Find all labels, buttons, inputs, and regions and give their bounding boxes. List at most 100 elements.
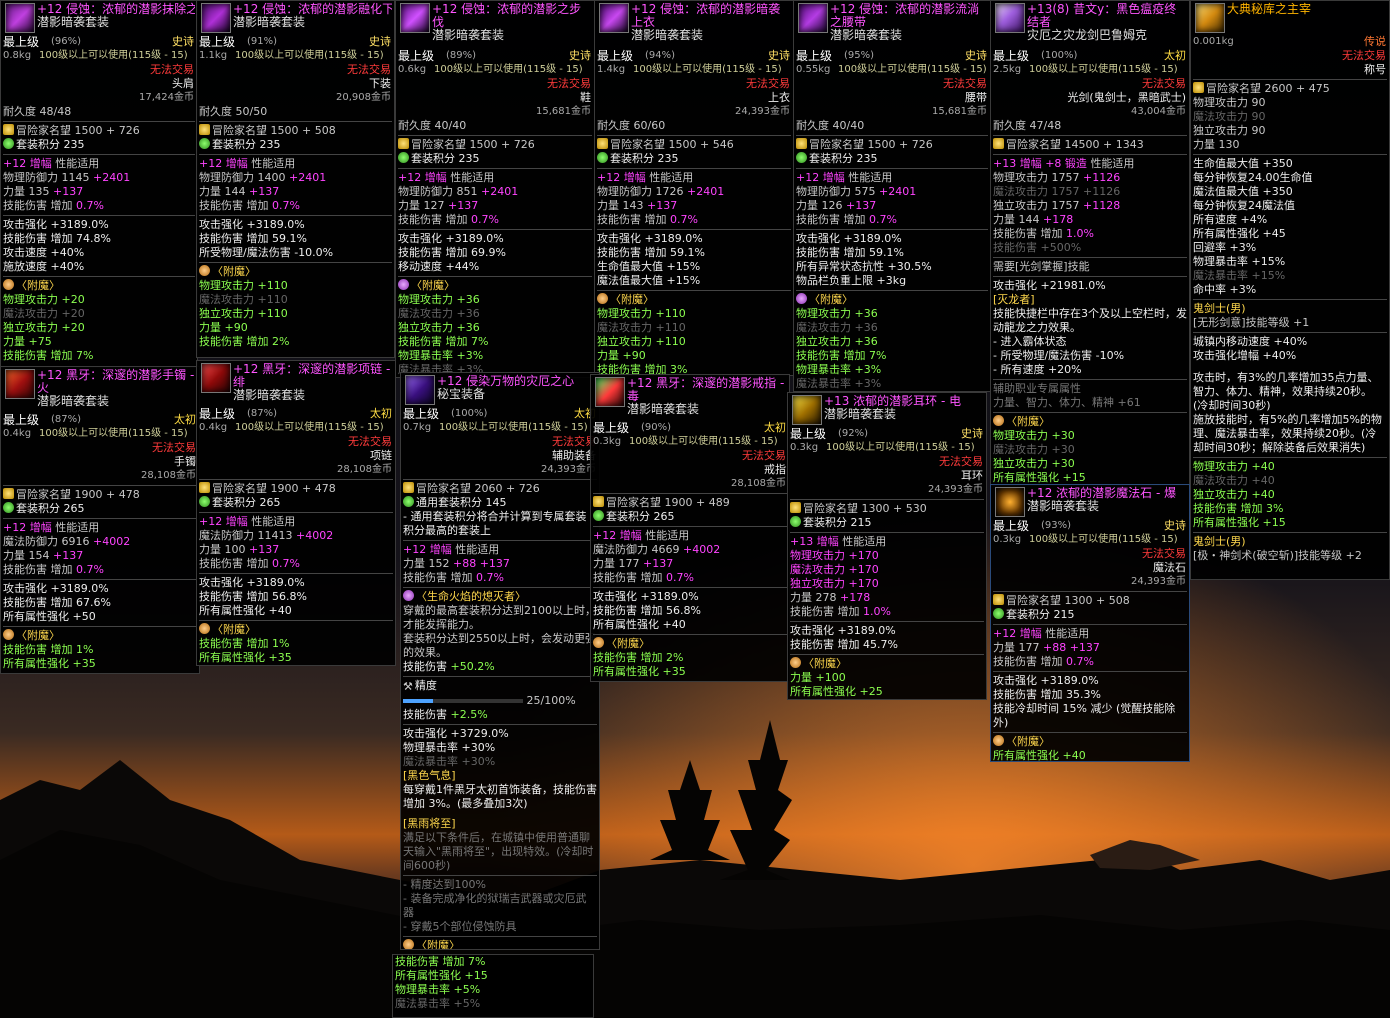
- stat-line: 技能伤害 增加: [993, 655, 1063, 668]
- adventurer-fame: 冒险家名望 1900 + 478: [16, 488, 140, 501]
- weight: 0.3kg: [790, 442, 819, 453]
- amplify-desc: 性能适用: [1045, 627, 1090, 640]
- enchant-header: 〈附魔〉: [16, 279, 60, 292]
- stat-bonus: +1126: [1083, 171, 1121, 184]
- sword-icon: [995, 3, 1025, 33]
- stat-line: 技能伤害 增加: [593, 571, 663, 584]
- set-points: 套装积分 235: [16, 138, 85, 151]
- helmet-icon: [5, 3, 35, 33]
- bonus-line: 生命值最大值 +350: [1193, 157, 1293, 170]
- condition-line: - 精度达到100%: [403, 878, 486, 891]
- grade-percent: (100%): [451, 408, 488, 419]
- level-requirement: 100级以上可以使用(115级 - 15): [826, 442, 975, 453]
- stat-line: 技能伤害 增加: [403, 571, 473, 584]
- durability: 耐久度 48/48: [3, 105, 72, 118]
- job-label: 鬼剑士(男): [1193, 302, 1246, 315]
- durability: 耐久度 60/60: [597, 119, 666, 132]
- amplify-level: +12 增幅: [398, 171, 447, 184]
- grade-percent: (96%): [51, 36, 82, 47]
- weight: 0.7kg: [403, 422, 432, 433]
- amplify-desc: 性能适用: [55, 157, 100, 170]
- slot-type: 耳环: [961, 469, 983, 482]
- attack-line: 物理暴击率 +30%: [403, 741, 496, 754]
- set-points: 套装积分 215: [1006, 608, 1075, 621]
- attack-line: 攻击强化 +3189.0%: [597, 232, 703, 245]
- enchant-line: 技能伤害 增加 2%: [199, 335, 290, 348]
- option-desc: 技能快捷栏中存在3个及以上空栏时，发动龍龙之力效果。: [993, 307, 1187, 334]
- enchant-line: 物理攻击力 +110: [597, 307, 686, 320]
- enchant-line: 物理攻击力 +40: [1193, 460, 1275, 473]
- stat-line: 魔法攻击力 1757: [993, 185, 1080, 198]
- set-points-icon: [593, 510, 604, 521]
- stat-bonus: +137: [53, 185, 84, 198]
- attack-line: 技能伤害 增加 74.8%: [3, 232, 111, 245]
- stat-line: 独立攻击力 90: [1193, 124, 1266, 137]
- grade-label: 最上级: [199, 35, 236, 49]
- option-desc: - 所受物理/魔法伤害 -10%: [993, 349, 1125, 362]
- tooltip-header: +12 侵蚀：浓郁的潜影流淌之腰带 潜影暗袭套装: [796, 1, 988, 49]
- attack-line: 攻击强化 +3189.0%: [3, 582, 109, 595]
- set-points: 套装积分 215: [803, 516, 872, 529]
- item-tooltip-shoes: +12 侵蚀：浓郁的潜影之步伐 潜影暗袭套装 最上级 (89%) 史诗 0.6kg 1…: [395, 0, 595, 378]
- stat-line: 魔法防御力 6916: [3, 535, 90, 548]
- slot-type: 下装: [369, 77, 391, 90]
- crown-icon: [403, 482, 414, 493]
- adventurer-fame: 冒险家名望 2060 + 726: [416, 482, 540, 495]
- attack-line: 技能伤害 增加 45.7%: [790, 638, 898, 651]
- tooltip-header: +12 黑牙：深邃的潜影戒指 - 毒 潜影暗袭套装: [593, 375, 787, 421]
- trade-status: 无法交易: [939, 455, 983, 468]
- job-skill: [极・神剑术(破空斩)]技能等级 +2: [1193, 549, 1362, 562]
- stat-line: 物理攻击力 90: [1193, 96, 1266, 109]
- enchant-line: 魔法攻击力 +40: [1193, 474, 1275, 487]
- set-points-icon: [199, 138, 210, 149]
- trade-status: 无法交易: [746, 77, 790, 90]
- stat-bonus: 1.0%: [863, 605, 891, 618]
- stat-line: 力量 152: [403, 557, 450, 570]
- slot-type: 鞋: [580, 91, 591, 104]
- grade-percent: (90%): [641, 422, 672, 433]
- enchant-orb-icon: [199, 623, 210, 634]
- shoes-icon: [400, 3, 430, 33]
- trade-status: 无法交易: [150, 63, 194, 76]
- stat-bonus: 0.7%: [869, 213, 897, 226]
- stat-line: 魔法攻击力 +170: [790, 563, 879, 576]
- enchant-line: 所有属性强化 +35: [3, 657, 96, 670]
- enchant-line: 物理攻击力 +20: [3, 293, 85, 306]
- rarity-label: 史诗: [1164, 519, 1186, 532]
- set-points-icon: [199, 496, 210, 507]
- attack-line: 技能伤害 增加 35.3%: [993, 688, 1101, 701]
- option-header: [黑雨将至]: [403, 817, 456, 830]
- weight: 0.6kg: [398, 64, 427, 75]
- price: 24,393金币: [1131, 576, 1186, 587]
- attack-line: 攻击强化 +3189.0%: [398, 232, 504, 245]
- enchant-line: 技能伤害 增加 7%: [3, 349, 94, 362]
- stat-line: 力量 126: [796, 199, 843, 212]
- attack-line: 所有异常状态抗性 +30.5%: [796, 260, 932, 273]
- enchant-line: 独立攻击力 +36: [398, 321, 480, 334]
- level-requirement: 100级以上可以使用(115级 - 15): [1029, 64, 1178, 75]
- crown-icon: [993, 138, 1004, 149]
- crown-icon: [993, 594, 1004, 605]
- level-requirement: 100级以上可以使用(115级 - 15): [439, 422, 588, 433]
- crown-icon: [593, 496, 604, 507]
- stat-line: 技能伤害 增加: [3, 563, 73, 576]
- item-name: +12 黑牙：深邃的潜影项链 - 绯: [233, 362, 391, 389]
- set-points-icon: [3, 502, 14, 513]
- grade-label: 最上级: [796, 49, 833, 63]
- adventurer-fame: 冒险家名望 1300 + 530: [803, 502, 927, 515]
- belt-icon: [798, 3, 828, 33]
- enchant-line: 魔法攻击力 +36: [796, 321, 878, 334]
- stat-bonus: 0.7%: [471, 213, 499, 226]
- option-desc: - 进入霸体状态: [993, 335, 1067, 348]
- adventurer-fame: 冒险家名望 1500 + 546: [610, 138, 734, 151]
- bonus-line: 城镇内移动速度 +40%: [1193, 335, 1308, 348]
- stat-line: 魔法防御力 4669: [593, 543, 680, 556]
- rarity-label: 太初: [1164, 49, 1186, 62]
- level-requirement: 100级以上可以使用(115级 - 15): [39, 50, 188, 61]
- set-points: 套装积分 265: [16, 502, 85, 515]
- attack-line: 技能伤害 增加 59.1%: [597, 246, 705, 259]
- enchant-orb-icon: [398, 279, 409, 290]
- enchant-line: 魔法攻击力 +30: [993, 443, 1075, 456]
- attack-line: 攻击强化 +3189.0%: [593, 590, 699, 603]
- stat-bonus: +2401: [481, 185, 519, 198]
